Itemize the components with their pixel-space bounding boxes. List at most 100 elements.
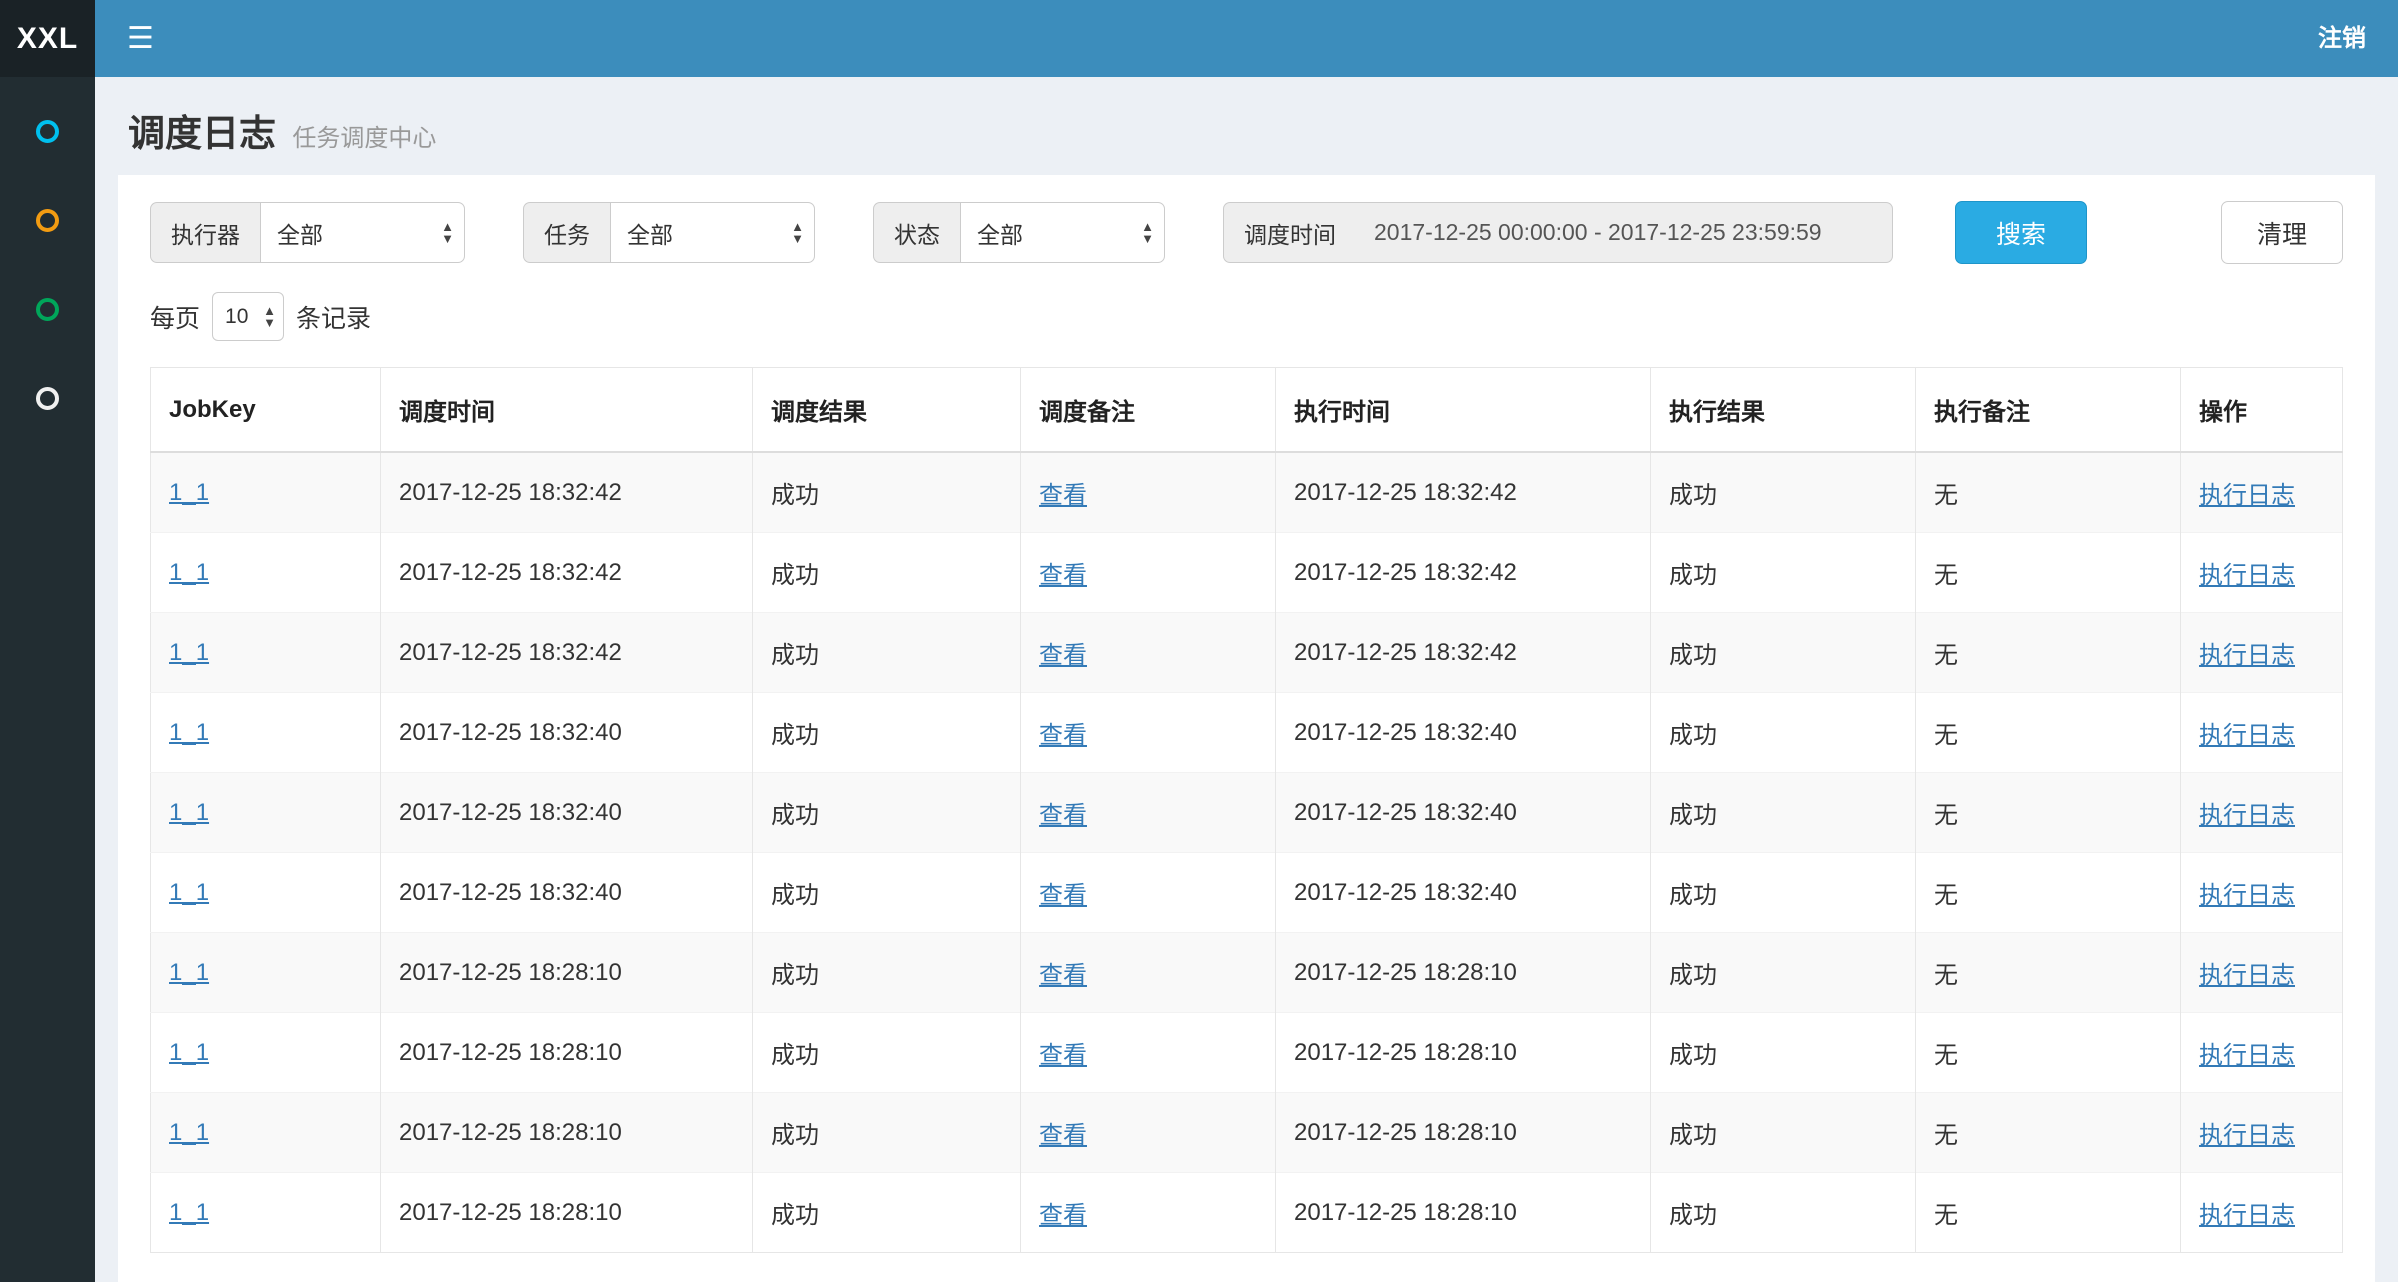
log-table-row: 1_1 2017-12-25 18:32:40 成功 查看 2017-12-25… — [151, 773, 2343, 853]
sidebar-item-job-log[interactable] — [0, 265, 95, 354]
handle-result-cell: 成功 — [1651, 1173, 1916, 1253]
page-subtitle: 任务调度中心 — [292, 125, 436, 152]
trigger-time-filter-group: 调度时间 — [1223, 202, 1893, 263]
trigger-time-cell: 2017-12-25 18:28:10 — [381, 933, 753, 1013]
handle-time-cell: 2017-12-25 18:32:40 — [1276, 773, 1651, 853]
exec-log-link[interactable]: 执行日志 — [2199, 962, 2295, 989]
trigger-msg-link[interactable]: 查看 — [1039, 1122, 1087, 1149]
exec-log-link[interactable]: 执行日志 — [2199, 642, 2295, 669]
jobkey-link[interactable]: 1_1 — [169, 959, 209, 986]
job-filter-group: 任务 全部 ▲▼ — [523, 202, 815, 263]
handle-msg-cell: 无 — [1916, 1093, 2181, 1173]
exec-log-link[interactable]: 执行日志 — [2199, 722, 2295, 749]
job-select[interactable]: 全部 ▲▼ — [610, 202, 815, 263]
handle-time-cell: 2017-12-25 18:28:10 — [1276, 933, 1651, 1013]
trigger-result-cell: 成功 — [753, 1093, 1021, 1173]
trigger-result-cell: 成功 — [753, 693, 1021, 773]
trigger-msg-link[interactable]: 查看 — [1039, 882, 1087, 909]
jobkey-link[interactable]: 1_1 — [169, 799, 209, 826]
exec-log-link[interactable]: 执行日志 — [2199, 482, 2295, 509]
handle-result-cell: 成功 — [1651, 853, 1916, 933]
col-handle-time: 执行时间 — [1276, 368, 1651, 453]
top-navbar: XXL ☰ 注销 — [0, 0, 2398, 77]
trigger-result-cell: 成功 — [753, 452, 1021, 533]
jobkey-link[interactable]: 1_1 — [169, 1199, 209, 1226]
sidebar-item-job-manage[interactable] — [0, 176, 95, 265]
select-arrows-icon: ▲▼ — [791, 221, 804, 245]
col-jobkey: JobKey — [151, 368, 381, 453]
page-size-select[interactable]: 10 ▲▼ — [212, 292, 284, 341]
trigger-msg-link[interactable]: 查看 — [1039, 1202, 1087, 1229]
handle-msg-cell: 无 — [1916, 533, 2181, 613]
dashboard-circle-icon — [36, 120, 59, 143]
sidebar-item-executor-manage[interactable] — [0, 354, 95, 443]
jobkey-link[interactable]: 1_1 — [169, 1039, 209, 1066]
log-table-body: 1_1 2017-12-25 18:32:42 成功 查看 2017-12-25… — [151, 452, 2343, 1253]
trigger-msg-link[interactable]: 查看 — [1039, 722, 1087, 749]
handle-time-cell: 2017-12-25 18:32:42 — [1276, 452, 1651, 533]
trigger-time-filter-label: 调度时间 — [1223, 202, 1356, 263]
trigger-result-cell: 成功 — [753, 853, 1021, 933]
content-area: 调度日志 任务调度中心 执行器 全部 ▲▼ 任务 全部 ▲▼ 状态 — [95, 77, 2398, 1282]
jobkey-link[interactable]: 1_1 — [169, 479, 209, 506]
log-table-row: 1_1 2017-12-25 18:32:42 成功 查看 2017-12-25… — [151, 452, 2343, 533]
page-title: 调度日志 — [128, 113, 276, 154]
log-table-row: 1_1 2017-12-25 18:28:10 成功 查看 2017-12-25… — [151, 1093, 2343, 1173]
exec-log-link[interactable]: 执行日志 — [2199, 562, 2295, 589]
trigger-time-range-input[interactable] — [1356, 202, 1893, 263]
exec-log-link[interactable]: 执行日志 — [2199, 1202, 2295, 1229]
filter-bar: 执行器 全部 ▲▼ 任务 全部 ▲▼ 状态 全部 ▲▼ — [150, 201, 2343, 264]
sidebar-item-dashboard[interactable] — [0, 87, 95, 176]
hamburger-icon[interactable]: ☰ — [95, 0, 186, 77]
jobkey-link[interactable]: 1_1 — [169, 559, 209, 586]
jobkey-link[interactable]: 1_1 — [169, 879, 209, 906]
trigger-msg-link[interactable]: 查看 — [1039, 642, 1087, 669]
exec-log-link[interactable]: 执行日志 — [2199, 802, 2295, 829]
trigger-time-cell: 2017-12-25 18:28:10 — [381, 1013, 753, 1093]
col-trigger-time: 调度时间 — [381, 368, 753, 453]
jobkey-link[interactable]: 1_1 — [169, 639, 209, 666]
log-table-row: 1_1 2017-12-25 18:32:42 成功 查看 2017-12-25… — [151, 533, 2343, 613]
trigger-msg-link[interactable]: 查看 — [1039, 482, 1087, 509]
trigger-time-cell: 2017-12-25 18:28:10 — [381, 1093, 753, 1173]
trigger-msg-link[interactable]: 查看 — [1039, 1042, 1087, 1069]
executor-select-value: 全部 — [277, 216, 323, 250]
status-select[interactable]: 全部 ▲▼ — [960, 202, 1165, 263]
trigger-time-cell: 2017-12-25 18:32:42 — [381, 533, 753, 613]
table-header-row: JobKey 调度时间 调度结果 调度备注 执行时间 执行结果 执行备注 操作 — [151, 368, 2343, 453]
handle-result-cell: 成功 — [1651, 613, 1916, 693]
handle-result-cell: 成功 — [1651, 452, 1916, 533]
sidebar — [0, 77, 95, 1282]
handle-time-cell: 2017-12-25 18:28:10 — [1276, 1013, 1651, 1093]
logout-link[interactable]: 注销 — [2286, 0, 2398, 77]
job-select-value: 全部 — [627, 216, 673, 250]
page-size-prefix-label: 每页 — [150, 299, 200, 335]
jobkey-link[interactable]: 1_1 — [169, 1119, 209, 1146]
trigger-result-cell: 成功 — [753, 933, 1021, 1013]
search-button[interactable]: 搜索 — [1955, 201, 2087, 264]
trigger-time-cell: 2017-12-25 18:32:40 — [381, 773, 753, 853]
handle-msg-cell: 无 — [1916, 1013, 2181, 1093]
jobkey-link[interactable]: 1_1 — [169, 719, 209, 746]
exec-log-link[interactable]: 执行日志 — [2199, 1122, 2295, 1149]
exec-log-link[interactable]: 执行日志 — [2199, 1042, 2295, 1069]
handle-result-cell: 成功 — [1651, 773, 1916, 853]
trigger-msg-link[interactable]: 查看 — [1039, 562, 1087, 589]
trigger-msg-link[interactable]: 查看 — [1039, 962, 1087, 989]
executor-filter-label: 执行器 — [150, 202, 260, 263]
executor-manage-circle-icon — [36, 387, 59, 410]
col-trigger-result: 调度结果 — [753, 368, 1021, 453]
clear-button[interactable]: 清理 — [2221, 201, 2343, 264]
handle-result-cell: 成功 — [1651, 1013, 1916, 1093]
handle-msg-cell: 无 — [1916, 773, 2181, 853]
trigger-time-cell: 2017-12-25 18:32:42 — [381, 613, 753, 693]
app-logo[interactable]: XXL — [0, 0, 95, 77]
handle-time-cell: 2017-12-25 18:32:40 — [1276, 693, 1651, 773]
handle-msg-cell: 无 — [1916, 452, 2181, 533]
exec-log-link[interactable]: 执行日志 — [2199, 882, 2295, 909]
handle-msg-cell: 无 — [1916, 693, 2181, 773]
executor-select[interactable]: 全部 ▲▼ — [260, 202, 465, 263]
job-log-circle-icon — [36, 298, 59, 321]
trigger-msg-link[interactable]: 查看 — [1039, 802, 1087, 829]
handle-time-cell: 2017-12-25 18:32:42 — [1276, 613, 1651, 693]
